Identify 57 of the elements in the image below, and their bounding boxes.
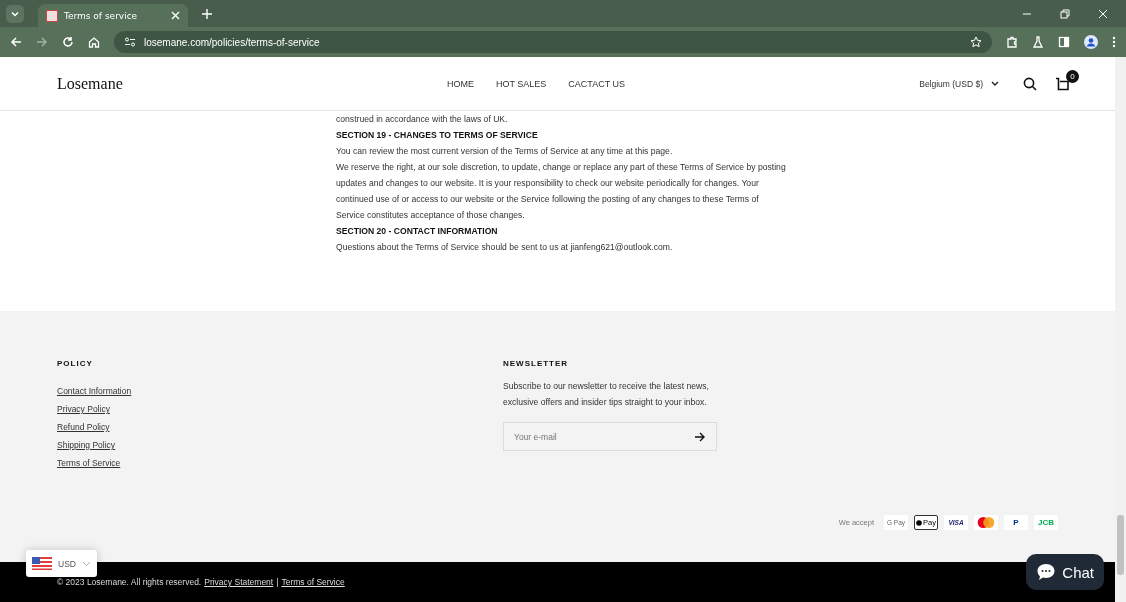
paypal-card: P <box>1004 515 1028 530</box>
copyright-text: © 2023 Losemane. All rights reserved. <box>57 577 202 587</box>
puzzle-icon[interactable] <box>1006 36 1018 48</box>
arrow-right-icon[interactable] <box>695 432 705 442</box>
nav-link[interactable]: HOT SALES <box>496 78 547 89</box>
browser-tab[interactable]: Terms of service <box>38 4 188 27</box>
restore-icon[interactable] <box>1060 8 1070 19</box>
menu-icon[interactable] <box>1112 36 1116 48</box>
terms-link[interactable]: Terms of Service <box>281 577 345 587</box>
home-icon[interactable] <box>88 36 100 48</box>
site-settings-icon[interactable] <box>124 36 136 48</box>
section-heading: SECTION 19 - CHANGES TO TERMS OF SERVICE <box>336 129 539 142</box>
section-heading: SECTION 20 - CONTACT INFORMATION <box>336 225 499 238</box>
url-text: losemane.com/policies/terms-of-service <box>144 36 320 48</box>
body-text: You can review the most current version of the Terms of Service at any time at this page. <box>336 145 674 158</box>
chat-button[interactable]: Chat <box>1026 554 1104 590</box>
body-text: Questions about the Terms of Service should be sent to us at jianfeng621@outlook.com. <box>336 241 674 254</box>
close-icon[interactable] <box>171 11 180 20</box>
address-bar[interactable]: losemane.com/policies/terms-of-service <box>114 31 992 53</box>
footer-heading: NEWSLETTER <box>503 359 570 368</box>
mastercard-icon <box>974 515 998 530</box>
email-field[interactable]: Your e-mail <box>503 422 717 451</box>
newsletter-text: Subscribe to our newsletter to receive the latest news, exclusive offers and insider tips straight to your inbox. <box>503 380 710 409</box>
jcb-card: JCB <box>1034 515 1058 530</box>
favicon-icon <box>46 9 58 22</box>
close-window-icon[interactable] <box>1098 8 1108 19</box>
back-icon[interactable] <box>10 36 22 48</box>
profile-avatar-icon[interactable] <box>1084 35 1098 49</box>
cart-icon[interactable] <box>1055 76 1069 91</box>
privacy-statement-link[interactable]: Privacy Statement <box>204 577 274 587</box>
tab-list-button[interactable] <box>6 4 24 23</box>
new-tab-icon[interactable] <box>202 8 212 19</box>
chat-bubble-icon <box>1036 562 1057 582</box>
policy-link[interactable]: Shipping Policy <box>57 440 503 450</box>
reload-icon[interactable] <box>62 36 74 48</box>
country-selector[interactable]: Belgium (USD $) <box>913 77 1005 90</box>
policy-link[interactable]: Terms of Service <box>57 458 503 468</box>
body-text: We reserve the right, at our sole discretion, to update, change or replace any part of these Terms of Service by posting updates and changes to our website. It is your responsibility to check our website periodically for changes. Your continued use of or access to our website or the Service following the posting of any changes to these Terms of Service constitutes acceptance of those changes. <box>336 161 786 222</box>
nav-link[interactable]: HOME <box>447 78 474 89</box>
chevron-down-icon <box>991 80 999 87</box>
separator-text: | <box>276 577 279 587</box>
policy-link[interactable]: Privacy Policy <box>57 404 503 414</box>
body-text: construed in accordance with the laws of UK. <box>336 113 509 126</box>
site-logo[interactable]: Losemane <box>57 74 447 93</box>
cart-count-badge: 0 <box>1066 69 1079 83</box>
scrollbar[interactable] <box>1115 57 1126 602</box>
flag-icon <box>32 557 52 570</box>
footer-heading: POLICY <box>57 359 94 368</box>
policy-link[interactable]: Contact Information <box>57 386 503 396</box>
chevron-down-icon <box>81 560 91 567</box>
flask-icon[interactable] <box>1032 36 1044 48</box>
bookmark-star-icon[interactable] <box>970 36 982 48</box>
currency-selector[interactable]: USD <box>26 550 97 577</box>
search-icon[interactable] <box>1023 76 1037 91</box>
policy-link[interactable]: Refund Policy <box>57 422 503 432</box>
nav-link[interactable]: CACTACT US <box>568 78 626 89</box>
side-panel-icon[interactable] <box>1058 36 1070 48</box>
